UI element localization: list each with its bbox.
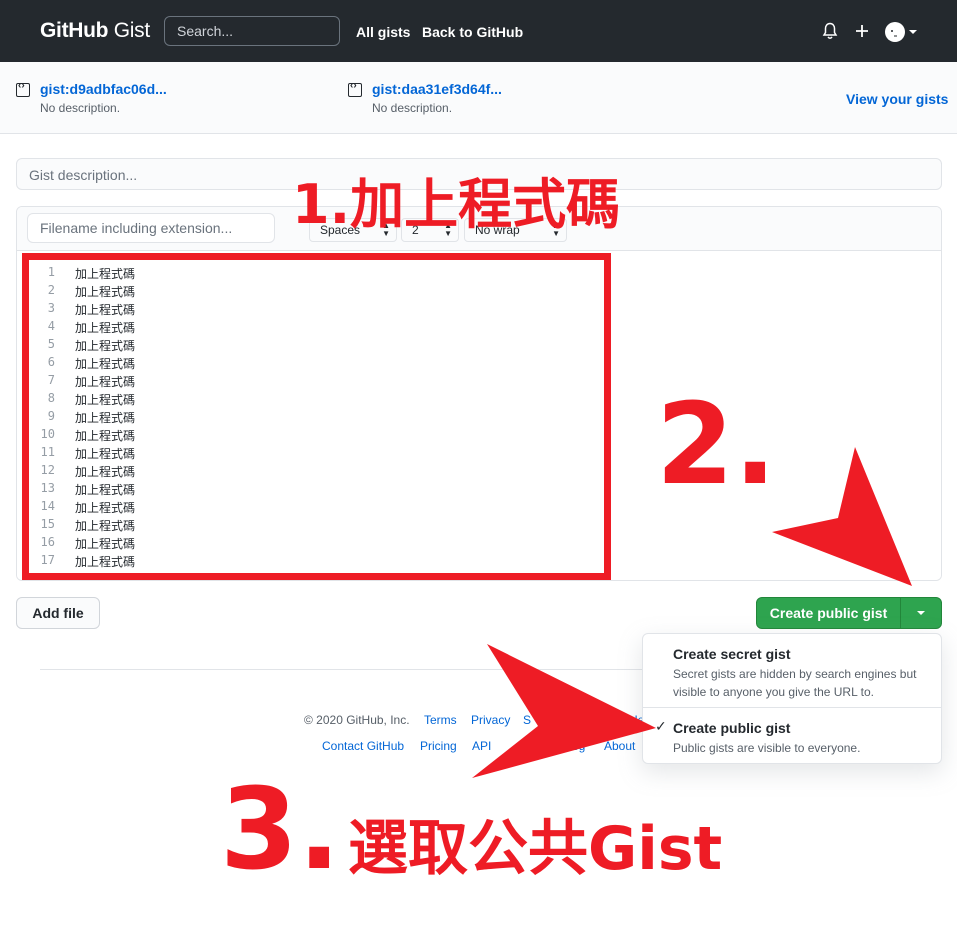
- red-arrow-icon: [772, 447, 912, 586]
- annotation-arrows: [472, 447, 912, 778]
- red-arrow-icon: [472, 644, 656, 778]
